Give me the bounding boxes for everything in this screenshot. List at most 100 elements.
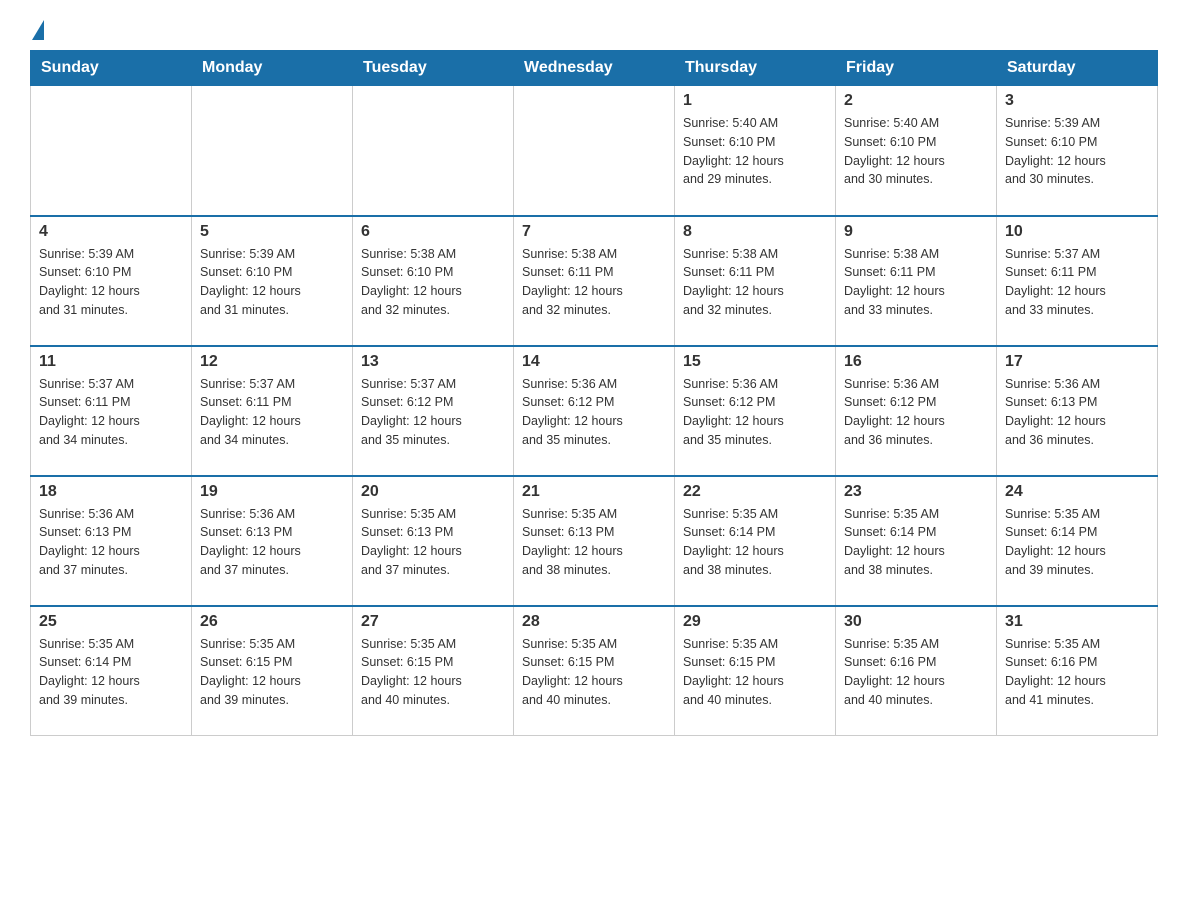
day-info: Sunrise: 5:37 AM Sunset: 6:11 PM Dayligh… xyxy=(1005,245,1149,320)
calendar-cell: 17 Sunrise: 5:36 AM Sunset: 6:13 PM Dayli… xyxy=(997,346,1158,476)
day-number: 2 xyxy=(844,92,988,110)
calendar-cell: 8 Sunrise: 5:38 AM Sunset: 6:11 PM Daylig… xyxy=(675,216,836,346)
calendar-cell: 30Sunrise: 5:35 AM Sunset: 6:16 PM Dayli… xyxy=(836,606,997,736)
calendar-cell: 10 Sunrise: 5:37 AM Sunset: 6:11 PM Dayli… xyxy=(997,216,1158,346)
calendar-week-row: 1 Sunrise: 5:40 AM Sunset: 6:10 PM Daylig… xyxy=(31,86,1158,216)
day-number: 17 xyxy=(1005,353,1149,371)
calendar-cell: 12 Sunrise: 5:37 AM Sunset: 6:11 PM Dayli… xyxy=(192,346,353,476)
day-number: 14 xyxy=(522,353,666,371)
day-info: Sunrise: 5:35 AM Sunset: 6:15 PM Dayligh… xyxy=(200,635,344,710)
calendar-cell: 19 Sunrise: 5:36 AM Sunset: 6:13 PM Dayli… xyxy=(192,476,353,606)
day-number: 13 xyxy=(361,353,505,371)
day-info: Sunrise: 5:39 AM Sunset: 6:10 PM Dayligh… xyxy=(1005,114,1149,189)
day-info: Sunrise: 5:35 AM Sunset: 6:16 PM Dayligh… xyxy=(844,635,988,710)
day-number: 12 xyxy=(200,353,344,371)
day-number: 28 xyxy=(522,613,666,631)
day-number: 23 xyxy=(844,483,988,501)
day-number: 6 xyxy=(361,223,505,241)
day-of-week-header: Monday xyxy=(192,51,353,86)
calendar-week-row: 4 Sunrise: 5:39 AM Sunset: 6:10 PM Daylig… xyxy=(31,216,1158,346)
day-number: 7 xyxy=(522,223,666,241)
day-of-week-header: Wednesday xyxy=(514,51,675,86)
calendar-cell xyxy=(353,86,514,216)
day-number: 21 xyxy=(522,483,666,501)
calendar-cell: 2 Sunrise: 5:40 AM Sunset: 6:10 PM Daylig… xyxy=(836,86,997,216)
calendar-cell: 4Sunrise: 5:39 AM Sunset: 6:10 PM Daylig… xyxy=(31,216,192,346)
calendar-cell: 22Sunrise: 5:35 AM Sunset: 6:14 PM Dayli… xyxy=(675,476,836,606)
day-info: Sunrise: 5:39 AM Sunset: 6:10 PM Dayligh… xyxy=(200,245,344,320)
day-info: Sunrise: 5:35 AM Sunset: 6:15 PM Dayligh… xyxy=(361,635,505,710)
calendar-cell: 26 Sunrise: 5:35 AM Sunset: 6:15 PM Dayli… xyxy=(192,606,353,736)
day-number: 10 xyxy=(1005,223,1149,241)
day-number: 20 xyxy=(361,483,505,501)
calendar-cell: 27 Sunrise: 5:35 AM Sunset: 6:15 PM Dayli… xyxy=(353,606,514,736)
calendar-header-row: SundayMondayTuesdayWednesdayThursdayFrid… xyxy=(31,51,1158,86)
day-number: 26 xyxy=(200,613,344,631)
calendar-cell: 1 Sunrise: 5:40 AM Sunset: 6:10 PM Daylig… xyxy=(675,86,836,216)
day-info: Sunrise: 5:40 AM Sunset: 6:10 PM Dayligh… xyxy=(683,114,827,189)
calendar-cell: 29Sunrise: 5:35 AM Sunset: 6:15 PM Dayli… xyxy=(675,606,836,736)
day-of-week-header: Saturday xyxy=(997,51,1158,86)
calendar-cell: 3 Sunrise: 5:39 AM Sunset: 6:10 PM Daylig… xyxy=(997,86,1158,216)
calendar-table: SundayMondayTuesdayWednesdayThursdayFrid… xyxy=(30,50,1158,736)
day-number: 16 xyxy=(844,353,988,371)
day-info: Sunrise: 5:38 AM Sunset: 6:10 PM Dayligh… xyxy=(361,245,505,320)
day-info: Sunrise: 5:36 AM Sunset: 6:12 PM Dayligh… xyxy=(683,375,827,450)
day-number: 3 xyxy=(1005,92,1149,110)
calendar-cell: 20 Sunrise: 5:35 AM Sunset: 6:13 PM Dayli… xyxy=(353,476,514,606)
day-info: Sunrise: 5:38 AM Sunset: 6:11 PM Dayligh… xyxy=(522,245,666,320)
calendar-cell: 21 Sunrise: 5:35 AM Sunset: 6:13 PM Dayli… xyxy=(514,476,675,606)
day-number: 1 xyxy=(683,92,827,110)
day-info: Sunrise: 5:35 AM Sunset: 6:13 PM Dayligh… xyxy=(361,505,505,580)
calendar-week-row: 25Sunrise: 5:35 AM Sunset: 6:14 PM Dayli… xyxy=(31,606,1158,736)
logo xyxy=(30,20,44,40)
day-of-week-header: Tuesday xyxy=(353,51,514,86)
day-info: Sunrise: 5:40 AM Sunset: 6:10 PM Dayligh… xyxy=(844,114,988,189)
calendar-week-row: 18 Sunrise: 5:36 AM Sunset: 6:13 PM Dayli… xyxy=(31,476,1158,606)
day-number: 11 xyxy=(39,353,183,371)
logo-triangle-icon xyxy=(32,20,44,40)
day-info: Sunrise: 5:36 AM Sunset: 6:12 PM Dayligh… xyxy=(522,375,666,450)
calendar-cell: 18 Sunrise: 5:36 AM Sunset: 6:13 PM Dayli… xyxy=(31,476,192,606)
page-header xyxy=(30,20,1158,40)
calendar-cell: 7 Sunrise: 5:38 AM Sunset: 6:11 PM Daylig… xyxy=(514,216,675,346)
calendar-cell: 16 Sunrise: 5:36 AM Sunset: 6:12 PM Dayli… xyxy=(836,346,997,476)
day-info: Sunrise: 5:35 AM Sunset: 6:14 PM Dayligh… xyxy=(1005,505,1149,580)
day-info: Sunrise: 5:36 AM Sunset: 6:13 PM Dayligh… xyxy=(39,505,183,580)
day-info: Sunrise: 5:37 AM Sunset: 6:12 PM Dayligh… xyxy=(361,375,505,450)
day-number: 24 xyxy=(1005,483,1149,501)
calendar-cell: 14 Sunrise: 5:36 AM Sunset: 6:12 PM Dayli… xyxy=(514,346,675,476)
day-number: 19 xyxy=(200,483,344,501)
day-of-week-header: Friday xyxy=(836,51,997,86)
day-number: 31 xyxy=(1005,613,1149,631)
calendar-cell: 11 Sunrise: 5:37 AM Sunset: 6:11 PM Dayli… xyxy=(31,346,192,476)
day-info: Sunrise: 5:35 AM Sunset: 6:16 PM Dayligh… xyxy=(1005,635,1149,710)
day-number: 15 xyxy=(683,353,827,371)
day-info: Sunrise: 5:38 AM Sunset: 6:11 PM Dayligh… xyxy=(683,245,827,320)
calendar-cell xyxy=(514,86,675,216)
day-of-week-header: Thursday xyxy=(675,51,836,86)
calendar-cell: 24 Sunrise: 5:35 AM Sunset: 6:14 PM Dayli… xyxy=(997,476,1158,606)
day-info: Sunrise: 5:37 AM Sunset: 6:11 PM Dayligh… xyxy=(200,375,344,450)
day-number: 18 xyxy=(39,483,183,501)
calendar-cell: 13 Sunrise: 5:37 AM Sunset: 6:12 PM Dayli… xyxy=(353,346,514,476)
day-of-week-header: Sunday xyxy=(31,51,192,86)
day-info: Sunrise: 5:36 AM Sunset: 6:12 PM Dayligh… xyxy=(844,375,988,450)
day-number: 27 xyxy=(361,613,505,631)
calendar-cell: 6 Sunrise: 5:38 AM Sunset: 6:10 PM Daylig… xyxy=(353,216,514,346)
calendar-cell xyxy=(192,86,353,216)
day-info: Sunrise: 5:37 AM Sunset: 6:11 PM Dayligh… xyxy=(39,375,183,450)
day-info: Sunrise: 5:35 AM Sunset: 6:13 PM Dayligh… xyxy=(522,505,666,580)
day-number: 4 xyxy=(39,223,183,241)
calendar-week-row: 11 Sunrise: 5:37 AM Sunset: 6:11 PM Dayli… xyxy=(31,346,1158,476)
day-info: Sunrise: 5:35 AM Sunset: 6:14 PM Dayligh… xyxy=(683,505,827,580)
day-number: 9 xyxy=(844,223,988,241)
day-info: Sunrise: 5:35 AM Sunset: 6:15 PM Dayligh… xyxy=(522,635,666,710)
calendar-cell: 23Sunrise: 5:35 AM Sunset: 6:14 PM Dayli… xyxy=(836,476,997,606)
day-info: Sunrise: 5:36 AM Sunset: 6:13 PM Dayligh… xyxy=(1005,375,1149,450)
day-number: 5 xyxy=(200,223,344,241)
day-number: 8 xyxy=(683,223,827,241)
calendar-cell: 28 Sunrise: 5:35 AM Sunset: 6:15 PM Dayli… xyxy=(514,606,675,736)
calendar-cell: 31 Sunrise: 5:35 AM Sunset: 6:16 PM Dayli… xyxy=(997,606,1158,736)
day-info: Sunrise: 5:36 AM Sunset: 6:13 PM Dayligh… xyxy=(200,505,344,580)
